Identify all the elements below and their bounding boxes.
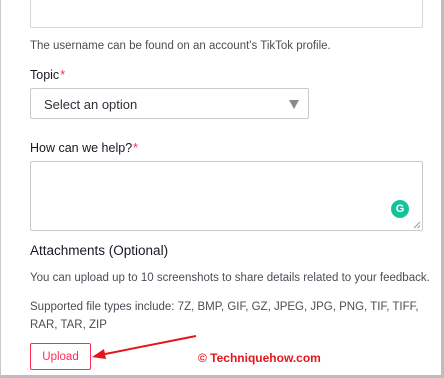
dropdown-arrow-icon [289, 100, 299, 109]
file-types-line-1: Supported file types include: 7Z, BMP, G… [30, 301, 419, 313]
username-hint: The username can be found on an account'… [30, 40, 331, 52]
topic-select-value: Select an option [44, 97, 138, 112]
required-mark: * [133, 141, 139, 155]
help-label: How can we help?* [30, 141, 138, 155]
required-mark: * [60, 68, 66, 82]
resize-handle-icon[interactable] [413, 221, 421, 229]
topic-label: Topic* [30, 68, 65, 82]
attachments-limit-text: You can upload up to 10 screenshots to s… [30, 272, 430, 284]
help-label-text: How can we help? [30, 141, 133, 155]
grammarly-icon[interactable]: G [391, 200, 409, 218]
topic-select[interactable]: Select an option [30, 88, 309, 119]
username-input[interactable] [30, 0, 423, 28]
watermark: © Techniquehow.com [198, 351, 321, 365]
attachments-title: Attachments (Optional) [30, 243, 169, 258]
annotation-arrow [92, 335, 197, 359]
topic-label-text: Topic [30, 68, 60, 82]
upload-button[interactable]: Upload [30, 343, 91, 370]
help-textarea[interactable]: G [30, 161, 423, 231]
